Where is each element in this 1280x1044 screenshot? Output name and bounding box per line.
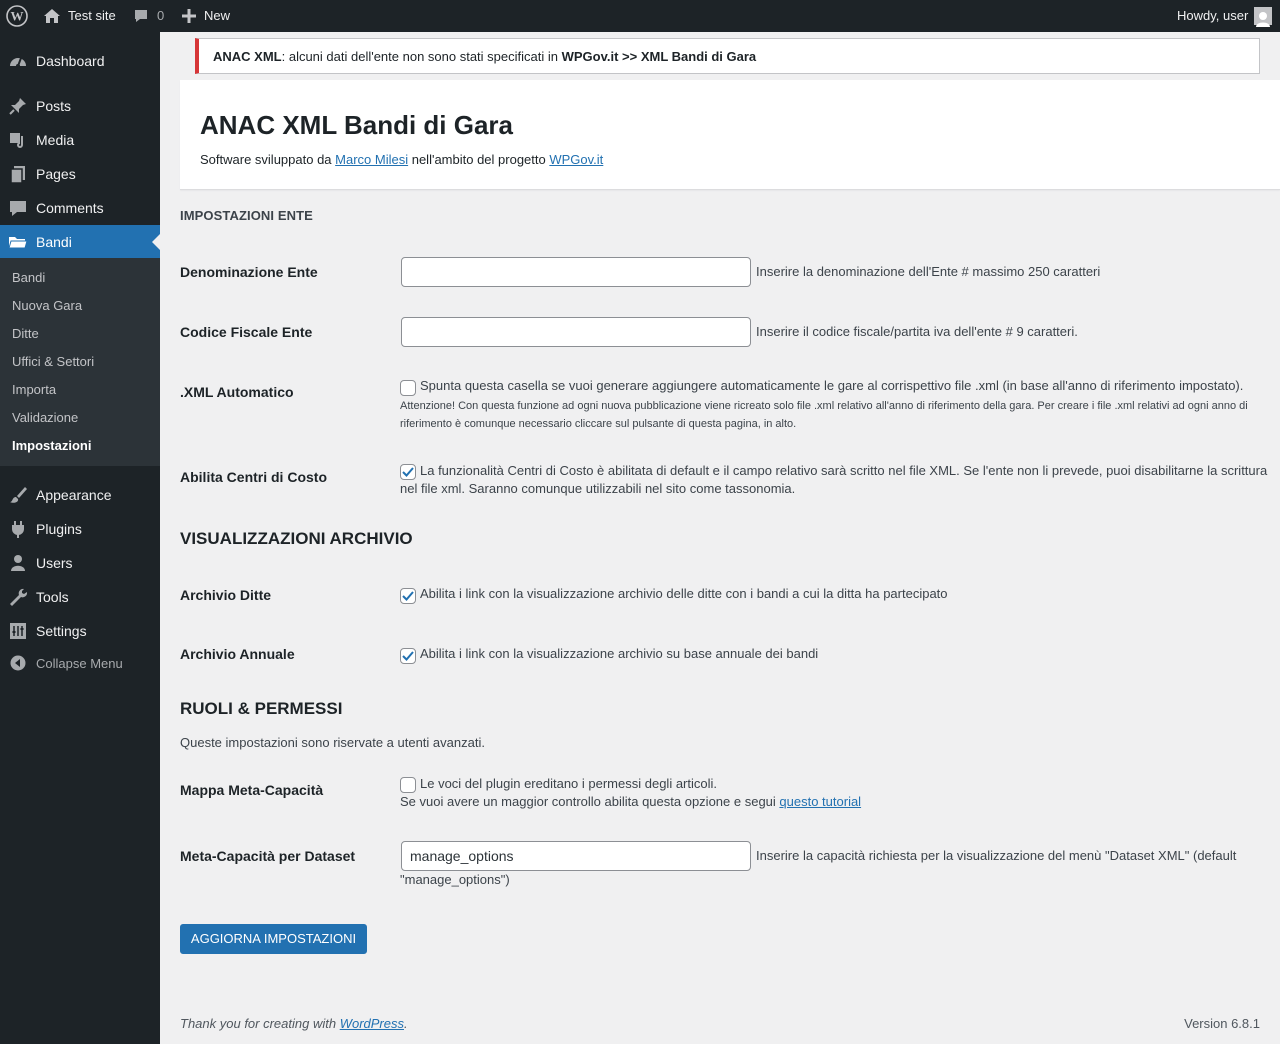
sidebar-item-media[interactable]: Media [0, 123, 160, 157]
archivio-annuale-label: Archivio Annuale [180, 646, 295, 662]
comments-count: 0 [157, 8, 165, 23]
svg-text:W: W [11, 9, 24, 24]
account-link[interactable]: Howdy, user [1177, 0, 1273, 32]
admin-sidebar: Dashboard Posts Media Pages Comments Ban… [0, 32, 160, 1044]
checkmark-icon [402, 651, 414, 661]
project-link[interactable]: WPGov.it [549, 152, 603, 167]
centri-di-costo-description: La funzionalità Centri di Costo è abilit… [420, 463, 1268, 478]
archivio-annuale-checkbox[interactable] [400, 648, 416, 664]
centri-di-costo-description-2: nel file xml. Saranno comunque utilizzab… [400, 481, 796, 496]
credit-line: Software sviluppato da Marco Milesi nell… [200, 152, 604, 167]
archivio-ditte-checkbox[interactable] [400, 588, 416, 604]
checkmark-icon [402, 467, 414, 477]
settings-icon [10, 623, 26, 639]
submenu-item-validazione[interactable]: Validazione [12, 404, 78, 432]
pin-icon [9, 98, 26, 115]
comment-icon [135, 10, 147, 22]
wordpress-link[interactable]: WordPress [340, 1016, 404, 1031]
plugin-icon [12, 521, 24, 538]
xml-automatico-label: .XML Automatico [180, 384, 294, 400]
plus-icon [182, 9, 196, 23]
plugin-header: ANAC XML Bandi di Gara Software sviluppa… [180, 80, 1280, 190]
archivio-ditte-description: Abilita i link con la visualizzazione ar… [420, 586, 948, 601]
user-icon [11, 555, 25, 571]
comment-icon [10, 201, 26, 216]
media-icon [10, 133, 23, 148]
ruoli-intro: Queste impostazioni sono riservate a ute… [180, 735, 485, 750]
sidebar-item-comments[interactable]: Comments [0, 191, 160, 225]
site-name-label: Test site [68, 8, 116, 23]
centri-di-costo-checkbox[interactable] [400, 464, 416, 480]
meta-capacita-dataset-input[interactable] [401, 841, 751, 871]
denominazione-input[interactable] [401, 257, 751, 287]
notice-text: : alcuni dati dell'ente non sono stati s… [281, 49, 562, 64]
sidebar-item-pages[interactable]: Pages [0, 157, 160, 191]
sidebar-item-tools[interactable]: Tools [0, 580, 160, 614]
centri-di-costo-label: Abilita Centri di Costo [180, 469, 327, 485]
submenu-item-nuova-gara[interactable]: Nuova Gara [12, 292, 82, 320]
sidebar-item-bandi[interactable]: Bandi [0, 225, 160, 259]
mappa-meta-capacita-description: Le voci del plugin ereditano i permessi … [420, 776, 717, 791]
wrench-icon [10, 588, 28, 606]
codice-fiscale-input[interactable] [401, 317, 751, 347]
xml-automatico-description: Spunta questa casella se vuoi generare a… [420, 378, 1244, 393]
error-notice: ANAC XML: alcuni dati dell'ente non sono… [195, 38, 1260, 74]
new-label: New [204, 8, 231, 23]
xml-automatico-checkbox[interactable] [400, 380, 416, 396]
xml-automatico-note: Attenzione! Con questa funzione ad ogni … [400, 400, 1248, 430]
denominazione-description: Inserire la denominazione dell'Ente # ma… [756, 264, 1101, 279]
section-heading-ruoli: RUOLI & PERMESSI [180, 699, 343, 718]
bandi-submenu: Bandi Nuova Gara Ditte Uffici & Settori … [0, 258, 160, 466]
mappa-meta-capacita-checkbox[interactable] [400, 777, 416, 793]
site-name-link[interactable]: Test site [43, 0, 116, 32]
notice-settings-path: WPGov.it >> XML Bandi di Gara [561, 49, 757, 64]
meta-capacita-dataset-description-2: "manage_options") [400, 872, 510, 887]
wordpress-logo-icon[interactable]: W [6, 0, 28, 32]
collapse-icon [10, 655, 26, 671]
section-heading-ente: IMPOSTAZIONI ENTE [180, 208, 313, 223]
avatar [1254, 7, 1273, 27]
section-heading-archivio: VISUALIZZAZIONI ARCHIVIO [180, 529, 413, 548]
mappa-meta-capacita-help: Se vuoi avere un maggior controllo abili… [400, 794, 862, 809]
footer-thanks: Thank you for creating with WordPress. [180, 1016, 408, 1031]
sidebar-item-posts[interactable]: Posts [0, 89, 160, 123]
meta-capacita-dataset-label: Meta-Capacità per Dataset [180, 848, 356, 864]
denominazione-label: Denominazione Ente [180, 264, 318, 280]
collapse-menu-button[interactable]: Collapse Menu [0, 646, 160, 680]
submenu-item-ditte[interactable]: Ditte [12, 320, 39, 348]
brush-icon [10, 487, 27, 503]
sidebar-item-settings[interactable]: Settings [0, 614, 160, 648]
comments-link[interactable]: 0 [133, 0, 164, 32]
sidebar-item-dashboard[interactable]: Dashboard [0, 44, 160, 78]
save-settings-button[interactable]: AGGIORNA IMPOSTAZIONI [180, 924, 367, 954]
home-icon [44, 9, 60, 23]
notice-plugin-name: ANAC XML [213, 49, 282, 64]
archivio-ditte-label: Archivio Ditte [180, 587, 272, 603]
submenu-item-uffici-settori[interactable]: Uffici & Settori [12, 348, 94, 376]
tutorial-link[interactable]: questo tutorial [779, 794, 861, 809]
submenu-item-impostazioni[interactable]: Impostazioni [12, 432, 91, 460]
submenu-item-bandi[interactable]: Bandi [12, 264, 45, 292]
page-title: ANAC XML Bandi di Gara [200, 110, 514, 140]
sidebar-item-plugins[interactable]: Plugins [0, 512, 160, 546]
new-content-link[interactable]: New [181, 0, 230, 32]
sidebar-item-appearance[interactable]: Appearance [0, 478, 160, 512]
sidebar-item-users[interactable]: Users [0, 546, 160, 580]
checkmark-icon [402, 591, 414, 601]
meta-capacita-dataset-description: Inserire la capacità richiesta per la vi… [756, 848, 1237, 863]
dashboard-icon [10, 57, 26, 68]
greeting: Howdy, user [1177, 8, 1249, 23]
codice-fiscale-description: Inserire il codice fiscale/partita iva d… [756, 324, 1078, 339]
footer-version: Version 6.8.1 [1184, 1016, 1260, 1031]
archivio-annuale-description: Abilita i link con la visualizzazione ar… [420, 646, 819, 661]
author-link[interactable]: Marco Milesi [335, 152, 408, 167]
codice-fiscale-label: Codice Fiscale Ente [180, 324, 313, 340]
pages-icon [10, 166, 25, 184]
admin-bar: W Test site 0 New Howdy, user [0, 0, 1280, 32]
submenu-item-importa[interactable]: Importa [12, 376, 56, 404]
mappa-meta-capacita-label: Mappa Meta-Capacità [180, 782, 324, 798]
folder-icon [8, 237, 28, 249]
